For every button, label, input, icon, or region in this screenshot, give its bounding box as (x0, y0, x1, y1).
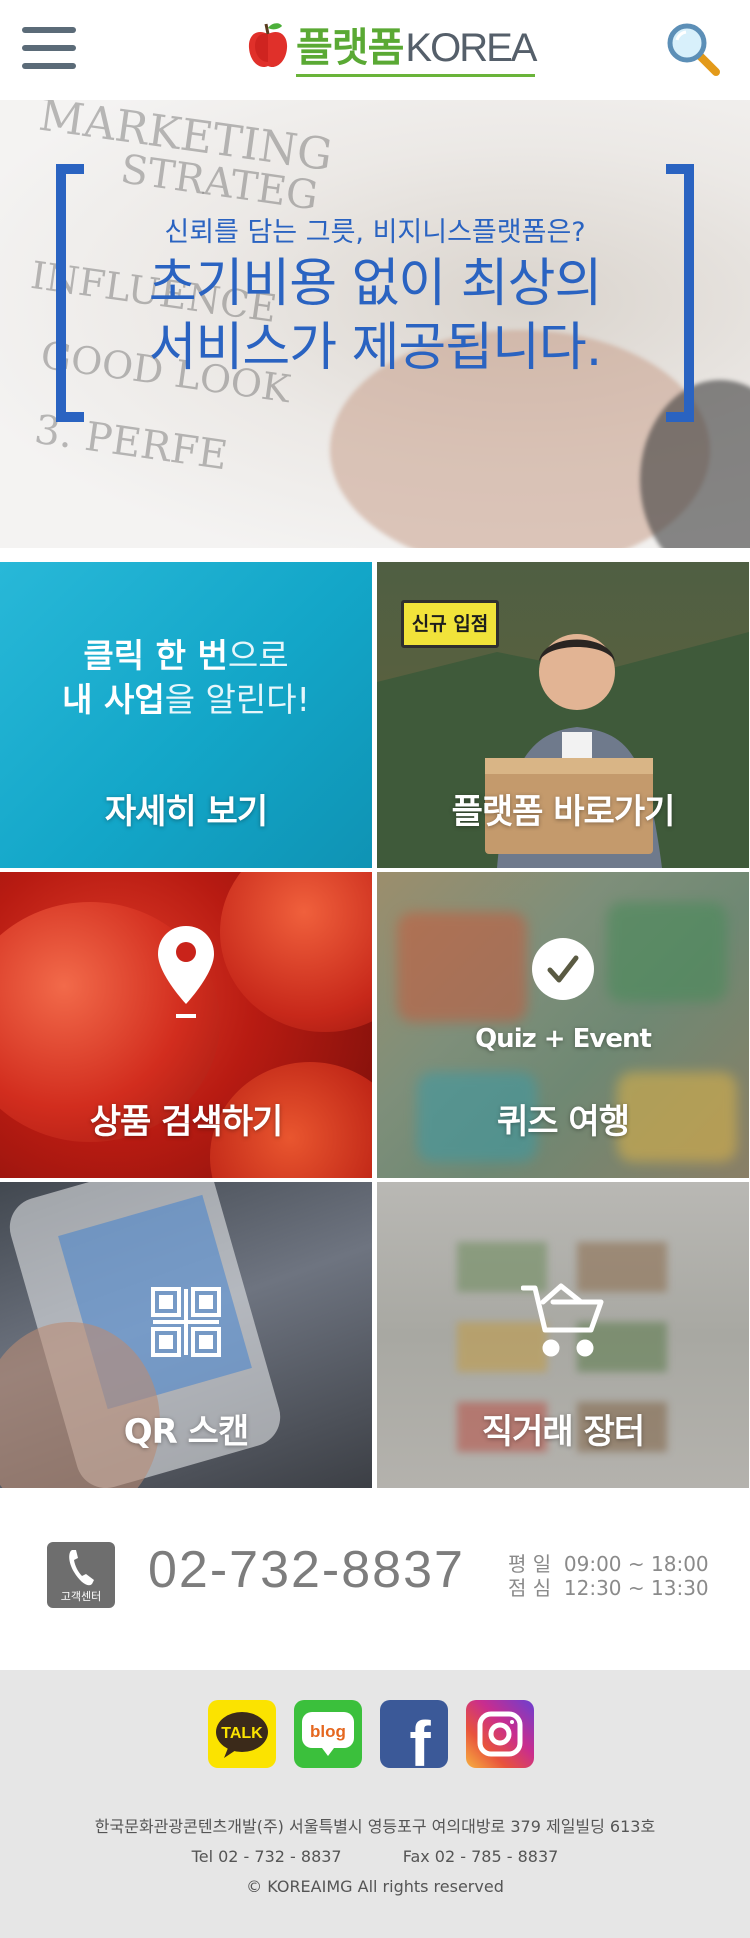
weekday-label: 평 일 (508, 1552, 552, 1576)
naver-blog-icon[interactable]: blog (294, 1700, 362, 1768)
svg-text:blog: blog (310, 1722, 346, 1741)
check-circle-icon (530, 936, 596, 1006)
footer-tel: Tel 02 - 732 - 8837 (191, 1847, 342, 1866)
qr-code-icon (150, 1286, 222, 1362)
tile-direct-market[interactable]: 직거래 장터 (377, 1182, 749, 1488)
hero-subtitle: 신뢰를 담는 그릇, 비지니스플랫폼은? (164, 217, 586, 248)
lunch-hours: 12:30 ~ 13:30 (563, 1576, 709, 1600)
hamburger-menu-icon[interactable] (22, 27, 76, 71)
tile-label: 자세히 보기 (104, 792, 268, 832)
hero-title: 초기비용 없이 최상의 서비스가 제공됩니다. (0, 252, 750, 380)
shopping-cart-icon (520, 1282, 605, 1366)
lunch-label: 점 심 (508, 1576, 552, 1600)
hero-banner: MARKETING STRATEG INFLUENCE GOOD LOOK 3.… (0, 100, 750, 548)
company-info: 한국문화관광콘텐츠개발(주) 서울특별시 영등포구 여의대방로 379 제일빌딩… (0, 1812, 750, 1902)
weekday-hours: 09:00 ~ 18:00 (563, 1552, 709, 1576)
tile-learn-more[interactable]: 클릭 한 번으로 내 사업을 알린다! 자세히 보기 (0, 562, 372, 868)
customer-center-icon[interactable]: 고객센터 (47, 1542, 115, 1608)
social-links: TALK blog f (208, 1700, 534, 1780)
quiz-event-caption: Quiz + Event (475, 1024, 652, 1054)
tile-label: 퀴즈 여행 (497, 1102, 630, 1142)
copyright: © KOREAIMG All rights reserved (246, 1877, 504, 1896)
tile-platform[interactable]: 신규 입점 플랫폼 바로가기 (377, 562, 749, 868)
logo-korean-text: 플랫폼 (296, 25, 404, 71)
contact-section: 고객센터 02-732-8837 평 일 09:00 ~ 18:00 점 심 1… (0, 1488, 750, 1670)
tile-quiz-trip[interactable]: Quiz + Event 퀴즈 여행 (377, 872, 749, 1178)
business-hours: 평 일 09:00 ~ 18:00 점 심 12:30 ~ 13:30 (508, 1552, 709, 1600)
tile-label: 상품 검색하기 (89, 1102, 284, 1142)
apple-logo-icon (246, 20, 290, 72)
facebook-icon[interactable]: f (380, 1700, 448, 1780)
svg-text:TALK: TALK (221, 1725, 263, 1742)
tile-headline: 클릭 한 번으로 내 사업을 알린다! (62, 636, 310, 719)
hero-title-line1: 초기비용 없이 최상의 (148, 254, 603, 314)
search-icon[interactable] (664, 20, 724, 80)
company-address: 한국문화관광콘텐츠개발(주) 서울특별시 영등포구 여의대방로 379 제일빌딩… (94, 1817, 656, 1836)
tile-qr-scan[interactable]: QR 스캔 (0, 1182, 372, 1488)
logo-english-text: KOREA (405, 26, 537, 70)
customer-center-label: 고객센터 (60, 1590, 102, 1603)
logo[interactable]: 플랫폼 KOREA (246, 18, 537, 77)
phone-number[interactable]: 02-732-8837 (148, 1540, 465, 1600)
svg-text:f: f (409, 1708, 431, 1768)
tile-product-search[interactable]: 상품 검색하기 (0, 872, 372, 1178)
tile-label: QR 스캔 (123, 1412, 249, 1452)
header: 플랫폼 KOREA (0, 0, 750, 100)
footer-fax: Fax 02 - 785 - 8837 (402, 1847, 559, 1866)
map-pin-icon (156, 924, 216, 1024)
kakaotalk-icon[interactable]: TALK (208, 1700, 276, 1768)
footer: TALK blog f 한국문화관광콘텐츠개발(주) 서울특별시 영등포구 여의… (0, 1670, 750, 1938)
instagram-icon[interactable] (466, 1700, 534, 1768)
hero-title-line2: 서비스가 제공됩니다. (148, 318, 603, 378)
tile-label: 플랫폼 바로가기 (451, 792, 676, 832)
page: 플랫폼 KOREA MARKETING STRATEG INFLUENCE GO… (0, 0, 750, 1938)
new-store-sign: 신규 입점 (401, 600, 499, 648)
tile-label: 직거래 장터 (481, 1412, 645, 1452)
